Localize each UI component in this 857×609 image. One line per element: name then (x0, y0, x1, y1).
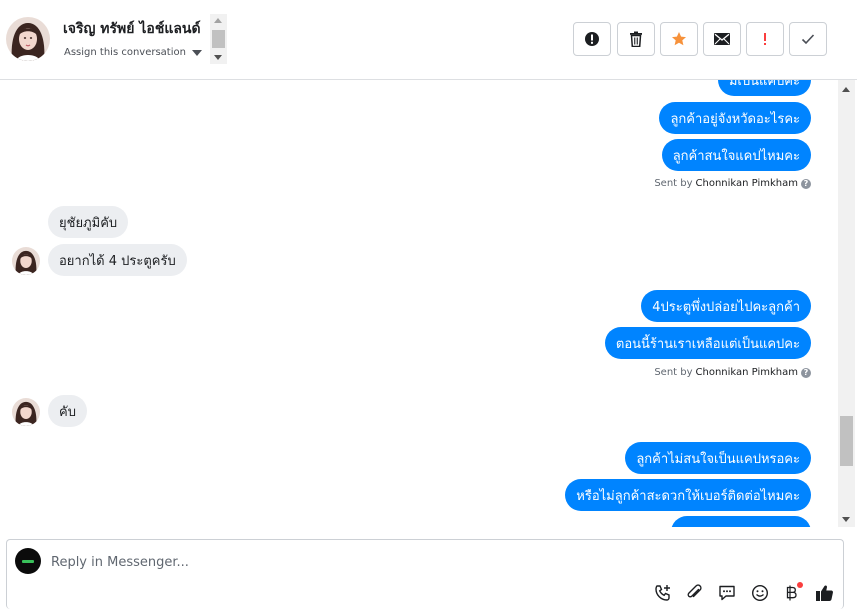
important-button[interactable] (746, 22, 784, 56)
checkmark-icon (801, 34, 815, 45)
outgoing-message: มีเป็นแคปคะ (717, 80, 811, 96)
help-question-icon[interactable]: ? (801, 367, 811, 378)
contact-avatar[interactable] (6, 17, 50, 61)
incoming-message: อยากได้ 4 ประตูครับ (48, 244, 187, 276)
scroll-down-arrow-icon[interactable] (214, 55, 222, 60)
sender-name: Chonnikan Pimkham (695, 178, 798, 189)
call-button[interactable] (652, 582, 674, 604)
notification-dot (797, 582, 803, 588)
outgoing-message: ลูกค้าสนใจแคปไหมคะ (661, 139, 811, 171)
contact-name: เจริญ ทรัพย์ ไอช์แลนด์ (63, 21, 201, 37)
star-button[interactable] (660, 22, 698, 56)
incoming-message: คับ (48, 395, 87, 427)
caret-down-icon (191, 49, 202, 56)
scroll-up-arrow-icon[interactable] (214, 18, 222, 23)
outgoing-message: ลูกค้าอยู่จังหวัดอะไรคะ (659, 102, 811, 134)
outgoing-message: ลูกค้าไม่สนใจเป็นแคปหรอคะ (625, 442, 811, 474)
saved-replies-button[interactable] (716, 582, 738, 604)
emoji-button[interactable] (749, 582, 771, 604)
alert-button[interactable] (573, 22, 611, 56)
assign-conversation-dropdown[interactable]: Assign this conversation (64, 47, 202, 58)
contact-avatar-small (12, 247, 40, 275)
sent-by-prefix: Sent by (654, 178, 693, 189)
incoming-message: ยุชัยภูมิคับ (48, 206, 129, 238)
outgoing-message-partial (671, 516, 811, 527)
page-avatar (15, 548, 41, 574)
envelope-icon (714, 33, 730, 45)
outgoing-message: ตอนนี้ร้านเราเหลือแต่เป็นแคปคะ (604, 327, 811, 359)
reply-input[interactable] (51, 552, 751, 572)
scroll-up-arrow-icon[interactable] (842, 87, 850, 92)
scrollbar-thumb[interactable] (212, 30, 225, 48)
exclamation-circle-icon (585, 32, 599, 46)
conversation-header: เจริญ ทรัพย์ ไอช์แลนด์ Assign this conve… (0, 0, 857, 80)
sender-name: Chonnikan Pimkham (695, 367, 798, 378)
star-icon (672, 32, 686, 46)
outgoing-message: 4ประตูพึ่งปล่อยไปคะลูกค้า (641, 290, 811, 322)
trash-icon (630, 31, 642, 47)
outgoing-message: หรือไม่ลูกค้าสะดวกให้เบอร์ติดต่อไหมคะ (565, 479, 811, 511)
sent-by-label: Sent by Chonnikan Pimkham ? (654, 367, 811, 378)
scroll-down-arrow-icon[interactable] (842, 517, 850, 522)
reply-composer (6, 539, 844, 609)
messenger-conversation-window: เจริญ ทรัพย์ ไอช์แลนด์ Assign this conve… (0, 0, 857, 609)
smiley-icon (751, 584, 769, 602)
name-scrollbar[interactable] (210, 14, 227, 64)
done-button[interactable] (789, 22, 827, 56)
sent-by-prefix: Sent by (654, 367, 693, 378)
paperclip-icon (687, 584, 702, 598)
email-button[interactable] (703, 22, 741, 56)
message-thread: มีเป็นแคปคะ ลูกค้าอยู่จังหวัดอะไรคะ ลูกค… (0, 80, 838, 527)
thumbs-up-icon (815, 585, 833, 601)
chat-bubble-icon (719, 585, 735, 601)
like-button[interactable] (813, 582, 835, 604)
assign-label: Assign this conversation (64, 47, 186, 58)
help-question-icon[interactable]: ? (801, 178, 811, 189)
phone-plus-icon (655, 585, 670, 601)
delete-button[interactable] (617, 22, 655, 56)
sent-by-label: Sent by Chonnikan Pimkham ? (654, 178, 811, 189)
attach-button[interactable] (684, 582, 706, 604)
contact-avatar-small (12, 398, 40, 426)
scrollbar-thumb[interactable] (840, 416, 853, 466)
thread-scrollbar[interactable] (838, 80, 855, 527)
payment-button[interactable] (781, 582, 803, 604)
exclamation-icon (764, 33, 766, 45)
